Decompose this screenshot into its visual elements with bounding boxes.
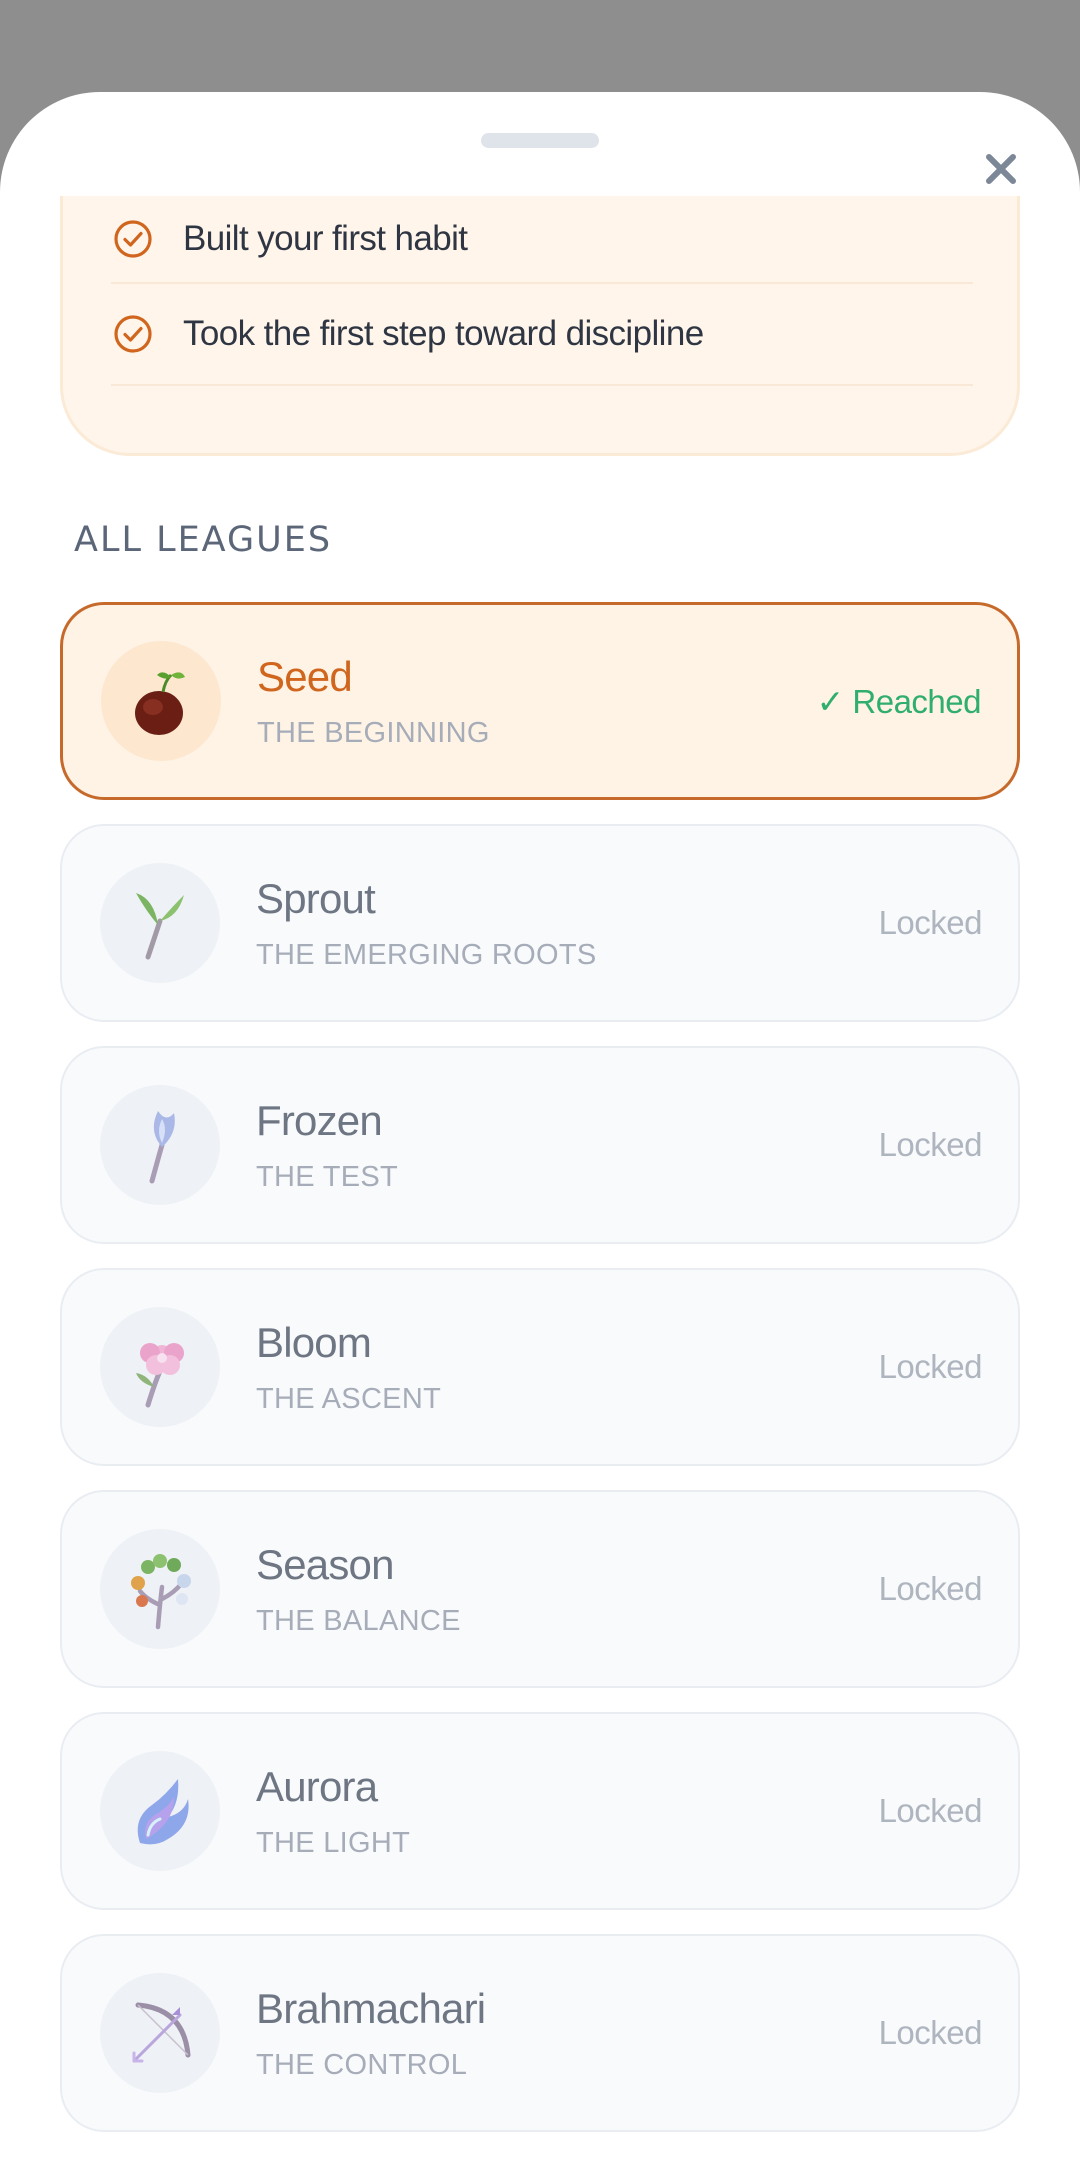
league-icon-badge bbox=[100, 1973, 220, 2093]
league-icon-badge bbox=[100, 1751, 220, 1871]
league-subtitle: THE BEGINNING bbox=[257, 716, 490, 749]
close-button[interactable] bbox=[976, 144, 1026, 194]
league-name: Brahmachari bbox=[256, 1984, 486, 2032]
close-icon bbox=[986, 154, 1016, 184]
league-icon-badge bbox=[100, 863, 220, 983]
league-icon-badge bbox=[101, 641, 221, 761]
league-name: Sprout bbox=[256, 874, 376, 922]
achievements-card: Built your first habit Took the first st… bbox=[60, 196, 1020, 456]
frozen-branch-icon bbox=[149, 1111, 175, 1184]
league-status-locked: Locked bbox=[878, 1348, 983, 1385]
seed-icon bbox=[135, 672, 185, 735]
league-subtitle: THE LIGHT bbox=[256, 1826, 411, 1859]
bow-arrow-icon bbox=[132, 2002, 191, 2063]
league-card-bloom[interactable]: Bloom THE ASCENT Locked bbox=[60, 1268, 1020, 1466]
league-status-locked: Locked bbox=[878, 1126, 983, 1163]
league-card-brahmachari[interactable]: Brahmachari THE CONTROL Locked bbox=[60, 1934, 1020, 2132]
league-subtitle: THE BALANCE bbox=[256, 1604, 461, 1637]
achievement-item: Took the first step toward discipline bbox=[111, 284, 973, 386]
check-circle-icon bbox=[114, 220, 152, 258]
league-name: Bloom bbox=[256, 1318, 372, 1366]
league-card-season[interactable]: Season THE BALANCE Locked bbox=[60, 1490, 1020, 1688]
drag-handle[interactable] bbox=[481, 133, 599, 148]
league-status-reached: ✓ Reached bbox=[816, 682, 982, 720]
achievement-item: Built your first habit bbox=[111, 196, 973, 284]
league-card-seed[interactable]: Seed THE BEGINNING ✓ Reached bbox=[60, 602, 1020, 800]
league-subtitle: THE CONTROL bbox=[256, 2048, 468, 2081]
league-icon-badge bbox=[100, 1085, 220, 1205]
league-name: Aurora bbox=[256, 1762, 378, 1810]
check-circle-icon bbox=[114, 315, 152, 353]
league-icon-badge bbox=[100, 1307, 220, 1427]
achievement-label: Built your first habit bbox=[183, 219, 468, 258]
league-status-locked: Locked bbox=[878, 2014, 983, 2051]
league-card-sprout[interactable]: Sprout THE EMERGING ROOTS Locked bbox=[60, 824, 1020, 1022]
league-name: Seed bbox=[257, 652, 353, 700]
league-subtitle: THE ASCENT bbox=[256, 1382, 442, 1415]
league-card-aurora[interactable]: Aurora THE LIGHT Locked bbox=[60, 1712, 1020, 1910]
league-status-locked: Locked bbox=[878, 1792, 983, 1829]
season-tree-icon bbox=[131, 1554, 191, 1630]
achievement-label: Took the first step toward discipline bbox=[183, 314, 704, 353]
league-card-frozen[interactable]: Frozen THE TEST Locked bbox=[60, 1046, 1020, 1244]
league-name: Frozen bbox=[256, 1096, 383, 1144]
bloom-flower-icon bbox=[136, 1343, 184, 1408]
section-title: ALL LEAGUES bbox=[74, 520, 333, 560]
league-subtitle: THE TEST bbox=[256, 1160, 399, 1193]
sprout-icon bbox=[136, 893, 184, 960]
aurora-flame-icon bbox=[137, 1779, 189, 1845]
league-status-locked: Locked bbox=[878, 904, 983, 941]
league-status-locked: Locked bbox=[878, 1570, 983, 1607]
league-name: Season bbox=[256, 1540, 394, 1588]
bottom-sheet: Built your first habit Took the first st… bbox=[0, 92, 1080, 2182]
league-icon-badge bbox=[100, 1529, 220, 1649]
league-subtitle: THE EMERGING ROOTS bbox=[256, 938, 597, 971]
